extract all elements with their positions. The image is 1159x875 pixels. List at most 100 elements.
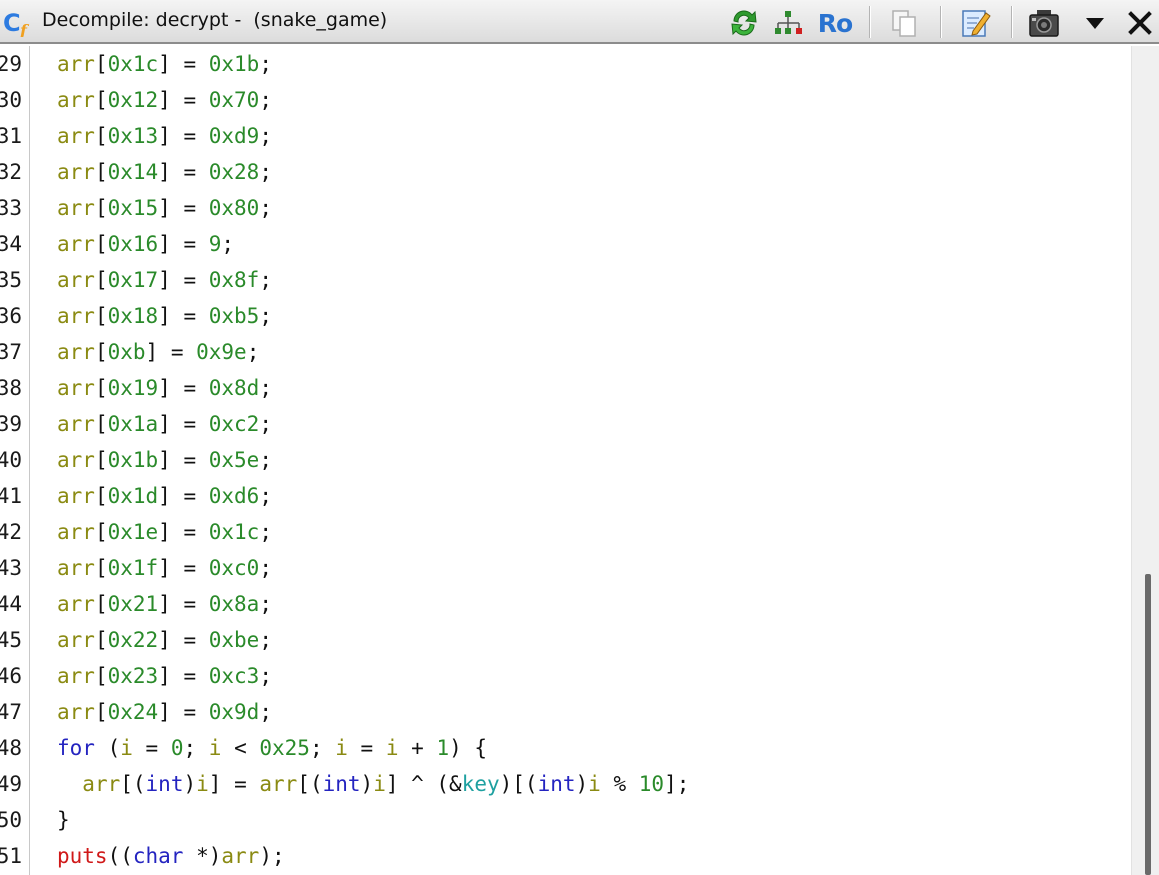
variable-token[interactable]: arr <box>57 196 95 220</box>
variable-token[interactable]: i <box>209 736 222 760</box>
code-line[interactable]: 46 arr[0x23] = 0xc3; <box>0 658 1130 694</box>
variable-token[interactable]: arr <box>57 88 95 112</box>
number-token[interactable]: 0x16 <box>108 232 159 256</box>
number-token[interactable]: 0 <box>171 736 184 760</box>
number-token[interactable]: 0x9d <box>209 700 260 724</box>
number-token[interactable]: 0x19 <box>108 376 159 400</box>
number-token[interactable]: 0x25 <box>259 736 310 760</box>
number-token[interactable]: 0x17 <box>108 268 159 292</box>
number-token[interactable]: 0xb5 <box>209 304 260 328</box>
variable-token[interactable]: i <box>373 772 386 796</box>
variable-token[interactable]: arr <box>57 124 95 148</box>
number-token[interactable]: 0x14 <box>108 160 159 184</box>
code-line[interactable]: 37 arr[0xb] = 0x9e; <box>0 334 1130 370</box>
read-only-icon[interactable]: Ro <box>816 6 854 40</box>
refresh-icon[interactable] <box>727 6 761 40</box>
code-line[interactable]: 40 arr[0x1b] = 0x5e; <box>0 442 1130 478</box>
dropdown-icon[interactable] <box>1082 6 1108 40</box>
number-token[interactable]: 0x13 <box>108 124 159 148</box>
variable-token[interactable]: arr <box>57 628 95 652</box>
number-token[interactable]: 0x9e <box>196 340 247 364</box>
code-line[interactable]: 30 arr[0x12] = 0x70; <box>0 82 1130 118</box>
code-line[interactable]: 35 arr[0x17] = 0x8f; <box>0 262 1130 298</box>
number-token[interactable]: 0x24 <box>108 700 159 724</box>
code-line[interactable]: 42 arr[0x1e] = 0x1c; <box>0 514 1130 550</box>
code-line[interactable]: 33 arr[0x15] = 0x80; <box>0 190 1130 226</box>
code-line[interactable]: 36 arr[0x18] = 0xb5; <box>0 298 1130 334</box>
number-token[interactable]: 0xc0 <box>209 556 260 580</box>
code-line[interactable]: 41 arr[0x1d] = 0xd6; <box>0 478 1130 514</box>
variable-token[interactable]: i <box>588 772 601 796</box>
variable-token[interactable]: arr <box>57 52 95 76</box>
snapshot-icon[interactable] <box>1026 6 1062 40</box>
variable-token[interactable]: arr <box>57 412 95 436</box>
number-token[interactable]: 0x8f <box>209 268 260 292</box>
variable-token[interactable]: arr <box>57 700 95 724</box>
number-token[interactable]: 0x1d <box>108 484 159 508</box>
close-icon[interactable] <box>1125 6 1155 40</box>
number-token[interactable]: 0xd6 <box>209 484 260 508</box>
number-token[interactable]: 1 <box>436 736 449 760</box>
number-token[interactable]: 0x18 <box>108 304 159 328</box>
number-token[interactable]: 0x1a <box>108 412 159 436</box>
number-token[interactable]: 0xd9 <box>209 124 260 148</box>
number-token[interactable]: 0x80 <box>209 196 260 220</box>
code-line[interactable]: 32 arr[0x14] = 0x28; <box>0 154 1130 190</box>
code-line[interactable]: 45 arr[0x22] = 0xbe; <box>0 622 1130 658</box>
number-token[interactable]: 0x15 <box>108 196 159 220</box>
variable-token[interactable]: i <box>120 736 133 760</box>
function-graph-icon[interactable] <box>771 6 807 40</box>
number-token[interactable]: 0x1b <box>108 448 159 472</box>
code-line[interactable]: 39 arr[0x1a] = 0xc2; <box>0 406 1130 442</box>
variable-token[interactable]: i <box>335 736 348 760</box>
code-line[interactable]: 51 puts((char *)arr); <box>0 838 1130 874</box>
code-line[interactable]: 48 for (i = 0; i < 0x25; i = i + 1) { <box>0 730 1130 766</box>
variable-token[interactable]: arr <box>57 376 95 400</box>
number-token[interactable]: 0x23 <box>108 664 159 688</box>
variable-token[interactable]: arr <box>57 484 95 508</box>
number-token[interactable]: 0x22 <box>108 628 159 652</box>
function-token[interactable]: puts <box>57 844 108 868</box>
code-line[interactable]: 50} <box>0 802 1130 838</box>
number-token[interactable]: 10 <box>639 772 664 796</box>
keyword-token[interactable]: int <box>323 772 361 796</box>
decompiler-code-view[interactable]: 29 arr[0x1c] = 0x1b; 30 arr[0x12] = 0x70; 31… <box>0 46 1159 875</box>
number-token[interactable]: 0x1f <box>108 556 159 580</box>
code-line[interactable]: 29 arr[0x1c] = 0x1b; <box>0 46 1130 82</box>
number-token[interactable]: 0x1b <box>209 52 260 76</box>
variable-token[interactable]: arr <box>82 772 120 796</box>
number-token[interactable]: 0x12 <box>108 88 159 112</box>
variable-token[interactable]: arr <box>221 844 259 868</box>
variable-token[interactable]: arr <box>57 160 95 184</box>
variable-token[interactable]: arr <box>57 664 95 688</box>
number-token[interactable]: 0x70 <box>209 88 260 112</box>
number-token[interactable]: 0xc2 <box>209 412 260 436</box>
scrollbar-thumb[interactable] <box>1145 574 1151 875</box>
copy-icon[interactable] <box>886 6 922 40</box>
code-line[interactable]: 44 arr[0x21] = 0x8a; <box>0 586 1130 622</box>
number-token[interactable]: 0xb <box>108 340 146 364</box>
number-token[interactable]: 0xc3 <box>209 664 260 688</box>
number-token[interactable]: 0xbe <box>209 628 260 652</box>
number-token[interactable]: 0x28 <box>209 160 260 184</box>
variable-token[interactable]: i <box>196 772 209 796</box>
global-token[interactable]: key <box>462 772 500 796</box>
variable-token[interactable]: arr <box>259 772 297 796</box>
keyword-token[interactable]: for <box>57 736 95 760</box>
variable-token[interactable]: arr <box>57 520 95 544</box>
number-token[interactable]: 0x1c <box>108 52 159 76</box>
number-token[interactable]: 0x8d <box>209 376 260 400</box>
code-line[interactable]: 47 arr[0x24] = 0x9d; <box>0 694 1130 730</box>
keyword-token[interactable]: char <box>133 844 184 868</box>
number-token[interactable]: 9 <box>209 232 222 256</box>
number-token[interactable]: 0x21 <box>108 592 159 616</box>
variable-token[interactable]: arr <box>57 592 95 616</box>
code-line[interactable]: 49 arr[(int)i] = arr[(int)i] ^ (&key)[(i… <box>0 766 1130 802</box>
code-line[interactable]: 31 arr[0x13] = 0xd9; <box>0 118 1130 154</box>
keyword-token[interactable]: int <box>538 772 576 796</box>
number-token[interactable]: 0x1c <box>209 520 260 544</box>
number-token[interactable]: 0x8a <box>209 592 260 616</box>
code-line[interactable]: 38 arr[0x19] = 0x8d; <box>0 370 1130 406</box>
code-line[interactable]: 43 arr[0x1f] = 0xc0; <box>0 550 1130 586</box>
variable-token[interactable]: arr <box>57 448 95 472</box>
